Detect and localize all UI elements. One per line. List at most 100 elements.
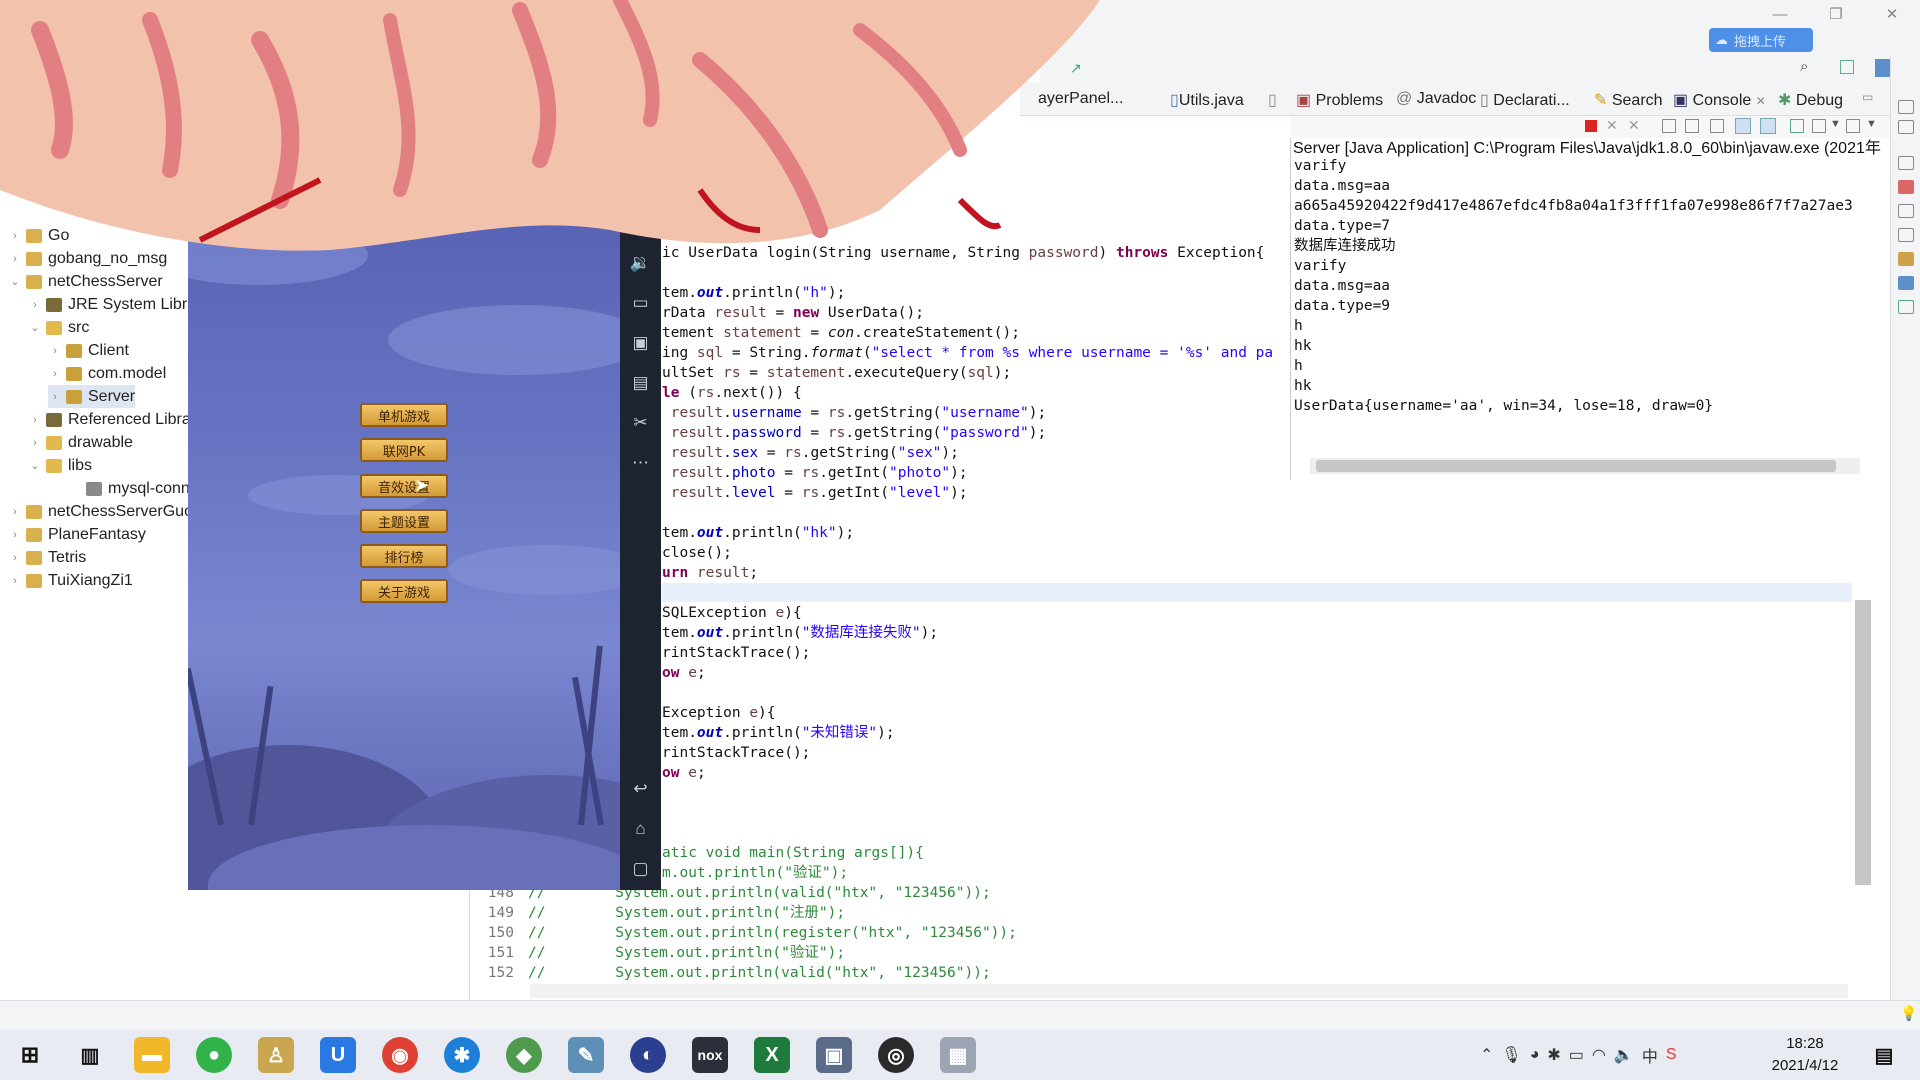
eclipse-icon[interactable]: ◐ — [630, 1037, 666, 1073]
tree-item[interactable]: › drawable — [28, 431, 133, 454]
menu-online-pk-button[interactable]: 联网PK — [360, 438, 448, 462]
tab-console[interactable]: ▣ Console ✕ — [1673, 90, 1766, 110]
dropdown-icon[interactable]: ▼ — [1830, 118, 1841, 130]
speaker-icon[interactable]: 🔈 — [1614, 1045, 1634, 1065]
scroll-lock-icon[interactable] — [1685, 119, 1699, 133]
tab-overflow-icon[interactable]: ▯ — [1268, 90, 1277, 110]
network-icon[interactable]: ◠ — [1592, 1045, 1606, 1065]
chevron-right-icon[interactable]: › — [28, 437, 42, 449]
tree-item[interactable]: › gobang_no_msg — [8, 247, 167, 270]
tree-item[interactable]: ⌄ libs — [28, 454, 92, 477]
show-on-error-icon[interactable] — [1760, 118, 1776, 134]
chevron-right-icon[interactable]: › — [28, 299, 42, 311]
tree-item[interactable]: › netChessServerGuo — [8, 500, 193, 523]
notepad-icon[interactable]: ✎ — [568, 1037, 604, 1073]
tree-item[interactable]: › Client — [48, 339, 129, 362]
word-wrap-icon[interactable] — [1710, 119, 1724, 133]
open-console-icon[interactable] — [1846, 119, 1860, 133]
remove-launch-icon[interactable]: ✕ — [1606, 117, 1618, 134]
notification-icon[interactable]: ▤ — [1866, 1037, 1902, 1073]
tab-problems[interactable]: ▣ Problems — [1296, 90, 1383, 110]
tree-item[interactable]: › PlaneFantasy — [8, 523, 146, 546]
console-scroll-thumb[interactable] — [1316, 460, 1836, 472]
tree-item[interactable]: › JRE System Library — [28, 293, 209, 316]
active-view-icon[interactable] — [1898, 276, 1914, 290]
maximize-icon[interactable]: ❐ — [1808, 0, 1864, 28]
chevron-down-icon[interactable]: ⌄ — [28, 321, 42, 334]
u-app-icon[interactable]: U — [320, 1037, 356, 1073]
excel-icon[interactable]: X — [754, 1037, 790, 1073]
wechat-icon[interactable]: ● — [196, 1037, 232, 1073]
android-studio-icon[interactable]: ◆ — [506, 1037, 542, 1073]
nox-emulator-icon[interactable]: nox — [692, 1037, 728, 1073]
new-window-icon[interactable]: ↗ — [1070, 60, 1082, 77]
remove-all-icon[interactable]: ✕ — [1628, 117, 1640, 134]
microphone-icon[interactable]: 🎙 — [1501, 1045, 1521, 1065]
chevron-down-icon[interactable]: ⌄ — [8, 275, 22, 288]
file-explorer-icon[interactable]: ▬ — [134, 1037, 170, 1073]
game-emulator-screen[interactable]: 单机游戏 联网PK 音效设置 主题设置 排行榜 关于游戏 ➤ — [188, 185, 620, 890]
more-icon[interactable]: ⋯ — [620, 447, 661, 479]
bluetooth-icon[interactable]: ✱ — [1547, 1045, 1560, 1065]
outline-icon[interactable] — [1898, 120, 1914, 134]
multi-instance-icon[interactable]: ▤ — [620, 367, 661, 399]
tree-item[interactable]: › com.model — [48, 362, 166, 385]
chevron-right-icon[interactable]: › — [48, 391, 62, 403]
menu-single-player-button[interactable]: 单机游戏 — [360, 403, 448, 427]
clear-console-icon[interactable] — [1662, 119, 1676, 133]
terminate-icon[interactable] — [1585, 120, 1597, 132]
chrome-icon[interactable]: ◉ — [382, 1037, 418, 1073]
display-console-icon[interactable] — [1812, 119, 1826, 133]
menu-theme-settings-button[interactable]: 主题设置 — [360, 509, 448, 533]
tab-javadoc[interactable]: @ Javadoc — [1396, 90, 1476, 108]
taskbar-clock[interactable]: 18:28 2021/4/12 — [1750, 1033, 1860, 1077]
search-mini-icon[interactable] — [1898, 252, 1914, 266]
tab-utils[interactable]: ▯Utils.java — [1170, 90, 1244, 110]
screen-icon[interactable]: ▭ — [620, 287, 661, 319]
drag-upload-button[interactable]: ☁ 拖拽上传 — [1709, 28, 1813, 52]
close-tab-icon[interactable]: ✕ — [1756, 94, 1766, 108]
tasks-icon[interactable] — [1898, 180, 1914, 194]
volume-down-icon[interactable]: 🔉 — [620, 247, 661, 279]
chevron-right-icon[interactable]: › — [8, 575, 22, 587]
menu-sound-settings-button[interactable]: 音效设置 — [360, 474, 448, 498]
tab-search[interactable]: ✎ Search — [1594, 90, 1663, 110]
volume-up-icon[interactable]: 🔊 — [620, 207, 661, 239]
dropdown-icon[interactable]: ▼ — [1866, 118, 1877, 130]
scissors-icon[interactable]: ✂ — [620, 407, 661, 439]
hierarchy-icon[interactable] — [1898, 156, 1914, 170]
apk-install-icon[interactable]: ▣ — [620, 327, 661, 359]
chevron-right-icon[interactable]: › — [8, 253, 22, 265]
editor-vertical-scrollbar[interactable] — [1855, 600, 1871, 885]
tab-player-panel[interactable]: ayerPanel... — [1038, 90, 1123, 108]
back-icon[interactable]: ↩ — [620, 773, 661, 805]
chevron-up-icon[interactable]: ⌃ — [1480, 1045, 1493, 1065]
minimize-view-icon[interactable]: ▭ — [1862, 90, 1873, 104]
remote-desktop-icon[interactable]: ▣ — [816, 1037, 852, 1073]
obs-icon[interactable]: ◎ — [878, 1037, 914, 1073]
chevron-right-icon[interactable]: › — [48, 368, 62, 380]
console-mini-icon[interactable] — [1898, 204, 1914, 218]
tree-item[interactable]: › Server — [48, 385, 136, 408]
chevron-right-icon[interactable]: › — [8, 506, 22, 518]
home-icon[interactable]: ⌂ — [620, 813, 661, 845]
tree-item[interactable]: › Go — [8, 224, 69, 247]
close-icon[interactable]: ✕ — [1864, 0, 1920, 28]
debug-mini-icon[interactable] — [1898, 300, 1914, 314]
restore-icon[interactable] — [1898, 100, 1914, 114]
tree-item[interactable]: ⌄ netChessServer — [8, 270, 162, 293]
chevron-right-icon[interactable]: › — [8, 529, 22, 541]
menu-leaderboard-button[interactable]: 排行榜 — [360, 544, 448, 568]
chevron-right-icon[interactable]: › — [28, 414, 42, 426]
minimize-icon[interactable]: — — [1752, 0, 1808, 28]
qq-icon[interactable]: ◕ — [1530, 1046, 1540, 1064]
tab-debug[interactable]: ✱ Debug — [1778, 90, 1843, 110]
tree-item[interactable]: › Tetris — [8, 546, 86, 569]
sogou-icon[interactable]: S — [1666, 1046, 1677, 1064]
tree-item[interactable]: › TuiXiangZi1 — [8, 569, 133, 592]
chevron-right-icon[interactable]: › — [48, 345, 62, 357]
search-icon[interactable]: ⌕ — [1800, 58, 1808, 75]
image-viewer-icon[interactable]: ▦ — [940, 1037, 976, 1073]
lightbulb-icon[interactable]: 💡 — [1900, 1005, 1917, 1022]
show-on-output-icon[interactable] — [1735, 118, 1751, 134]
